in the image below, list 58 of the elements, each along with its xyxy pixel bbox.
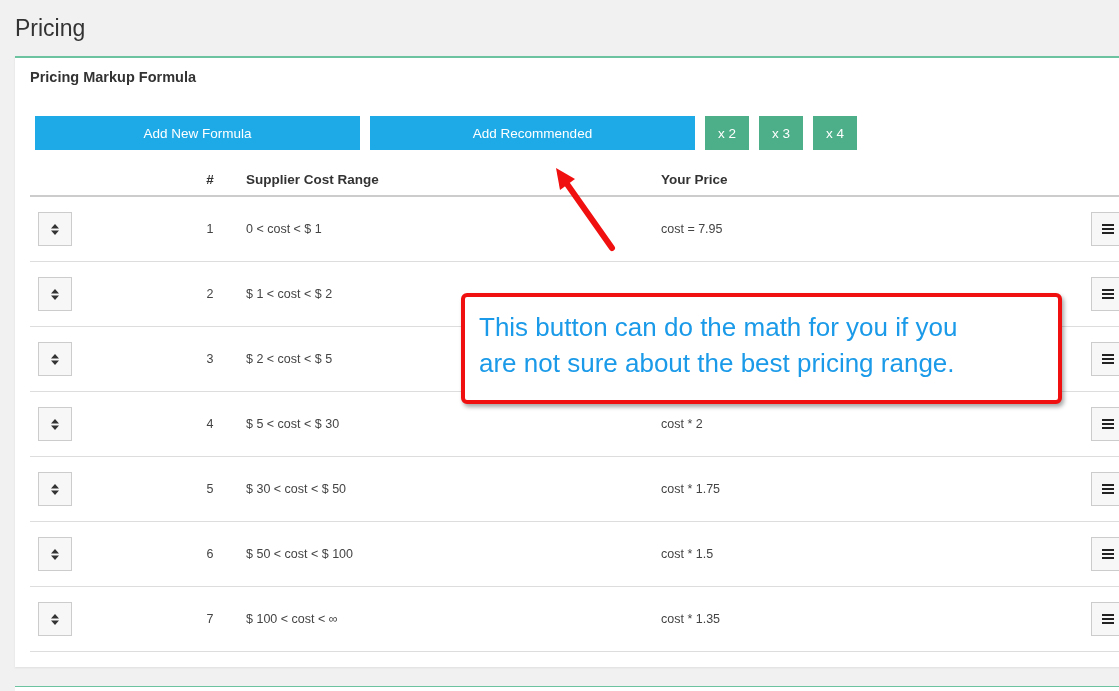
menu-icon bbox=[1102, 614, 1114, 624]
sort-icon bbox=[51, 613, 59, 625]
table-cell: $ 50 < cost < $ 100 bbox=[246, 547, 354, 561]
menu-button[interactable] bbox=[1091, 602, 1119, 636]
column-header: # bbox=[206, 171, 214, 187]
table-cell: cost * 1.75 bbox=[661, 482, 721, 496]
sort-icon bbox=[51, 548, 59, 560]
menu-icon bbox=[1102, 419, 1114, 429]
menu-button[interactable] bbox=[1091, 277, 1119, 311]
card-title: Pricing Markup Formula bbox=[30, 68, 197, 87]
menu-button[interactable] bbox=[1091, 472, 1119, 506]
action-button[interactable]: Add New Formula bbox=[35, 116, 360, 150]
menu-button[interactable] bbox=[1091, 342, 1119, 376]
table-cell: 5 bbox=[206, 482, 214, 496]
reorder-button[interactable] bbox=[38, 277, 72, 311]
action-button[interactable]: Add Recommended bbox=[370, 116, 695, 150]
table-cell: cost * 1.5 bbox=[661, 547, 714, 561]
reorder-button[interactable] bbox=[38, 602, 72, 636]
menu-icon bbox=[1102, 484, 1114, 494]
menu-button[interactable] bbox=[1091, 212, 1119, 246]
table-cell: 3 bbox=[206, 352, 214, 366]
page-title: Pricing bbox=[14, 14, 87, 43]
menu-button[interactable] bbox=[1091, 537, 1119, 571]
table-cell: 1 bbox=[206, 222, 214, 236]
menu-icon bbox=[1102, 354, 1114, 364]
reorder-button[interactable] bbox=[38, 537, 72, 571]
multiplier-button[interactable]: x 3 bbox=[759, 116, 803, 150]
reorder-button[interactable] bbox=[38, 407, 72, 441]
menu-button[interactable] bbox=[1091, 407, 1119, 441]
callout-text: This button can do the math for you if you are not sure about the best pricing range. bbox=[461, 293, 1062, 404]
menu-icon bbox=[1102, 224, 1114, 234]
table-cell: 6 bbox=[206, 547, 214, 561]
sort-icon bbox=[51, 353, 59, 365]
table-cell: cost * 1.35 bbox=[661, 612, 721, 626]
menu-icon bbox=[1102, 549, 1114, 559]
table-cell: 7 bbox=[206, 612, 214, 626]
table-cell: cost = 7.95 bbox=[661, 222, 723, 236]
table-cell: $ 100 < cost < ∞ bbox=[246, 612, 338, 626]
table-cell: 4 bbox=[206, 417, 214, 431]
table-cell: 2 bbox=[206, 287, 214, 301]
reorder-button[interactable] bbox=[38, 342, 72, 376]
reorder-button[interactable] bbox=[38, 212, 72, 246]
column-header: Your Price bbox=[660, 171, 729, 187]
table-cell: $ 1 < cost < $ 2 bbox=[246, 287, 333, 301]
table-cell: $ 5 < cost < $ 30 bbox=[246, 417, 340, 431]
table-cell: $ 30 < cost < $ 50 bbox=[246, 482, 347, 496]
table-cell: cost * 2 bbox=[661, 417, 703, 431]
sort-icon bbox=[51, 288, 59, 300]
menu-icon bbox=[1102, 289, 1114, 299]
table-cell: $ 2 < cost < $ 5 bbox=[246, 352, 333, 366]
sort-icon bbox=[51, 418, 59, 430]
table-cell: 0 < cost < $ 1 bbox=[246, 222, 322, 236]
reorder-button[interactable] bbox=[38, 472, 72, 506]
sort-icon bbox=[51, 483, 59, 495]
column-header: Supplier Cost Range bbox=[245, 171, 380, 187]
multiplier-button[interactable]: x 4 bbox=[813, 116, 857, 150]
multiplier-button[interactable]: x 2 bbox=[705, 116, 749, 150]
sort-icon bbox=[51, 223, 59, 235]
